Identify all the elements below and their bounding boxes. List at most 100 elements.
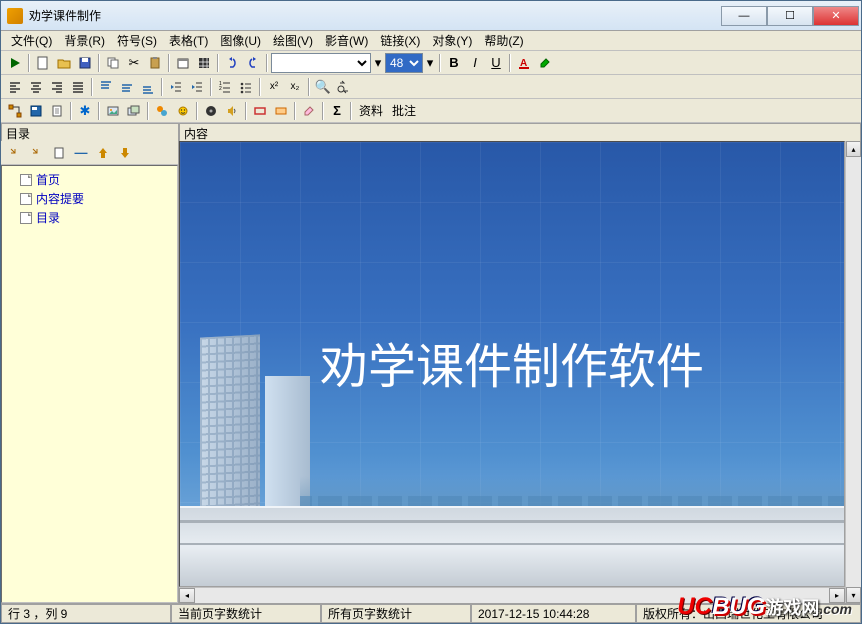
indent-decrease-icon[interactable] xyxy=(166,77,186,97)
slide-canvas[interactable]: 劝学课件制作软件 xyxy=(179,141,845,587)
menu-table[interactable]: 表格(T) xyxy=(163,30,214,51)
content-header: 内容 xyxy=(179,123,861,141)
scroll-up-icon[interactable]: ▴ xyxy=(846,141,861,157)
align-left-icon[interactable] xyxy=(5,77,25,97)
dropdown-icon[interactable]: ▾ xyxy=(372,53,384,73)
font-color-icon[interactable]: A xyxy=(514,53,534,73)
connector-icon[interactable] xyxy=(5,101,25,121)
highlight-icon[interactable] xyxy=(535,53,555,73)
numbered-list-icon[interactable]: 12 xyxy=(215,77,235,97)
align-justify-icon[interactable] xyxy=(68,77,88,97)
hotspot-icon[interactable] xyxy=(271,101,291,121)
remove-icon[interactable]: — xyxy=(71,143,91,163)
rect-icon[interactable] xyxy=(250,101,270,121)
bullet-list-icon[interactable] xyxy=(236,77,256,97)
status-position: 行 3 ，列 9 xyxy=(1,604,171,623)
material-button[interactable]: 资料 xyxy=(355,102,387,119)
new-icon[interactable] xyxy=(33,53,53,73)
menu-symbol[interactable]: 符号(S) xyxy=(111,30,163,51)
gallery-icon[interactable] xyxy=(124,101,144,121)
bold-button[interactable]: B xyxy=(444,53,464,73)
date-icon[interactable] xyxy=(173,53,193,73)
align-center-icon[interactable] xyxy=(26,77,46,97)
indent-increase-icon[interactable] xyxy=(187,77,207,97)
scroll-left-icon[interactable]: ◂ xyxy=(179,588,195,603)
star-icon[interactable]: ✱ xyxy=(75,101,95,121)
annotate-button[interactable]: 批注 xyxy=(388,102,420,119)
superscript-icon[interactable]: x² xyxy=(264,77,284,97)
menu-media[interactable]: 影音(W) xyxy=(319,30,374,51)
cut-icon[interactable]: ✂ xyxy=(124,53,144,73)
collapse-icon[interactable] xyxy=(27,143,47,163)
image-icon[interactable] xyxy=(103,101,123,121)
copy-icon[interactable] xyxy=(103,53,123,73)
clipart-icon[interactable] xyxy=(173,101,193,121)
menu-link[interactable]: 链接(X) xyxy=(374,30,426,51)
document-icon xyxy=(20,193,32,205)
redo-icon[interactable] xyxy=(243,53,263,73)
scroll-right-icon[interactable]: ▸ xyxy=(829,588,845,603)
media-icon[interactable] xyxy=(201,101,221,121)
app-icon xyxy=(7,8,23,24)
horizontal-scrollbar[interactable]: ◂ ▸ xyxy=(179,587,845,603)
outline-header: 目录 xyxy=(1,123,179,141)
menu-image[interactable]: 图像(U) xyxy=(214,30,267,51)
replace-icon[interactable] xyxy=(334,77,354,97)
scroll-down-icon[interactable]: ▾ xyxy=(846,587,861,603)
status-copyright: 版权所有：山西瑞世化工有限公司 xyxy=(636,604,861,623)
valign-middle-icon[interactable] xyxy=(117,77,137,97)
titlebar[interactable]: 劝学课件制作 — ☐ ✕ xyxy=(1,1,861,31)
valign-top-icon[interactable] xyxy=(96,77,116,97)
menu-draw[interactable]: 绘图(V) xyxy=(267,30,319,51)
menu-background[interactable]: 背景(R) xyxy=(58,30,111,51)
menu-file[interactable]: 文件(Q) xyxy=(5,30,58,51)
italic-button[interactable]: I xyxy=(465,53,485,73)
document-icon xyxy=(20,212,32,224)
eraser-icon[interactable] xyxy=(299,101,319,121)
page-icon[interactable] xyxy=(47,101,67,121)
find-icon[interactable]: 🔍 xyxy=(313,77,333,97)
menu-object[interactable]: 对象(Y) xyxy=(426,30,478,51)
close-button[interactable]: ✕ xyxy=(813,6,859,26)
effects-icon[interactable] xyxy=(152,101,172,121)
outline-toolbar: — xyxy=(1,141,178,165)
tree-item-toc[interactable]: 目录 xyxy=(6,208,173,227)
status-current-page[interactable]: 当前页字数统计 xyxy=(171,604,321,623)
outline-tree[interactable]: 首页 内容提要 目录 xyxy=(1,165,178,603)
subscript-icon[interactable]: x₂ xyxy=(285,77,305,97)
grid-icon[interactable] xyxy=(194,53,214,73)
paste-icon[interactable] xyxy=(145,53,165,73)
move-down-icon[interactable] xyxy=(115,143,135,163)
undo-icon[interactable] xyxy=(222,53,242,73)
font-select[interactable] xyxy=(271,53,371,73)
play-icon[interactable] xyxy=(5,53,25,73)
scroll-track[interactable] xyxy=(846,157,861,587)
tree-item-home[interactable]: 首页 xyxy=(6,170,173,189)
new-page-icon[interactable] xyxy=(49,143,69,163)
align-right-icon[interactable] xyxy=(47,77,67,97)
toolbar-objects: ✱ Σ 资料 批注 xyxy=(1,99,861,123)
move-up-icon[interactable] xyxy=(93,143,113,163)
underline-button[interactable]: U xyxy=(486,53,506,73)
open-icon[interactable] xyxy=(54,53,74,73)
size-select[interactable]: 48 xyxy=(385,53,423,73)
formula-icon[interactable]: Σ xyxy=(327,101,347,121)
scroll-track[interactable] xyxy=(195,588,829,603)
layout-icon[interactable] xyxy=(26,101,46,121)
dropdown-icon[interactable]: ▾ xyxy=(424,53,436,73)
vertical-scrollbar[interactable]: ▴ ▾ xyxy=(845,141,861,603)
svg-text:2: 2 xyxy=(219,86,222,92)
valign-bottom-icon[interactable] xyxy=(138,77,158,97)
highway-graphic xyxy=(180,506,844,586)
sound-icon[interactable] xyxy=(222,101,242,121)
status-datetime: 2017-12-15 10:44:28 xyxy=(471,604,636,623)
tree-item-summary[interactable]: 内容提要 xyxy=(6,189,173,208)
status-all-pages[interactable]: 所有页字数统计 xyxy=(321,604,471,623)
menu-help[interactable]: 帮助(Z) xyxy=(478,30,529,51)
maximize-button[interactable]: ☐ xyxy=(767,6,813,26)
save-icon[interactable] xyxy=(75,53,95,73)
expand-icon[interactable] xyxy=(5,143,25,163)
window-controls: — ☐ ✕ xyxy=(721,6,859,26)
statusbar: 行 3 ，列 9 当前页字数统计 所有页字数统计 2017-12-15 10:4… xyxy=(1,603,861,623)
minimize-button[interactable]: — xyxy=(721,6,767,26)
